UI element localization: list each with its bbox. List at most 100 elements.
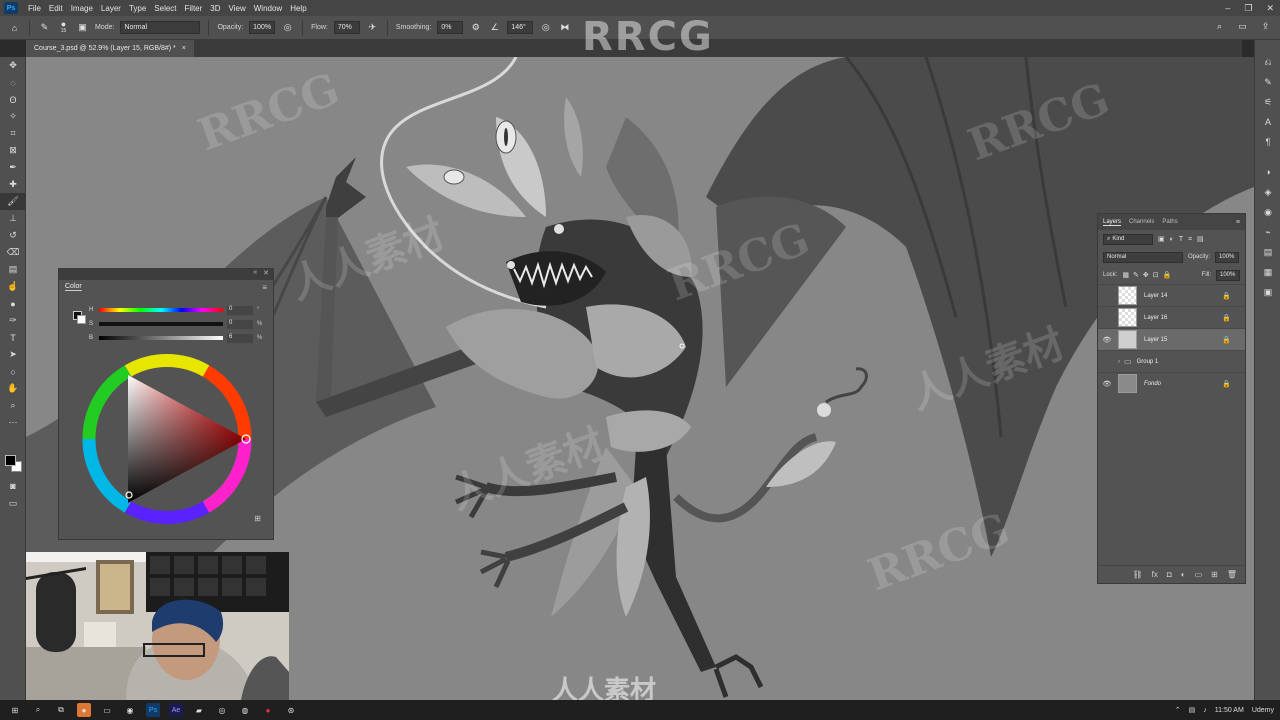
zoom-tool-icon[interactable]: ⌕	[0, 397, 26, 414]
hue-slider[interactable]	[99, 308, 223, 312]
path-select-tool-icon[interactable]: ➤	[0, 346, 26, 363]
menu-image[interactable]: Image	[67, 4, 97, 13]
menu-file[interactable]: File	[24, 4, 45, 13]
healing-tool-icon[interactable]: ✚	[0, 176, 26, 193]
menu-window[interactable]: Window	[250, 4, 286, 13]
mode-select[interactable]: Normal	[120, 21, 201, 34]
tab-channels[interactable]: Channels	[1129, 219, 1154, 225]
delete-layer-icon[interactable]: 🗑	[1227, 570, 1237, 579]
add-swatch-icon[interactable]: ⊞	[254, 514, 261, 523]
brushes-icon[interactable]: ✎	[1255, 72, 1280, 92]
brightness-value[interactable]: 6	[227, 333, 253, 343]
type-tool-icon[interactable]: T	[0, 329, 26, 346]
lasso-tool-icon[interactable]: ʘ	[0, 91, 26, 108]
color-wheel[interactable]	[77, 351, 257, 531]
menu-layer[interactable]: Layer	[97, 4, 125, 13]
fx-icon[interactable]: fx	[1152, 570, 1158, 579]
saturation-slider[interactable]	[99, 322, 223, 326]
flow-field[interactable]: 70%	[333, 21, 360, 34]
layer-filter-icons[interactable]: ▣◐T⌗▤	[1158, 235, 1209, 244]
close-panel-icon[interactable]: ✕	[263, 269, 269, 280]
tab-color[interactable]: Color	[65, 283, 82, 291]
fill-field[interactable]: 100%	[1216, 269, 1240, 281]
brush-settings-icon[interactable]: ▣	[76, 21, 89, 34]
layer-row[interactable]: 👁 Fondo 🔒	[1098, 372, 1245, 394]
character-icon[interactable]: A	[1255, 112, 1280, 132]
collapse-panel-icon[interactable]: «	[253, 269, 257, 280]
panel-menu-icon[interactable]: ≡	[262, 283, 267, 292]
tab-layers[interactable]: Layers	[1103, 219, 1122, 226]
stamp-tool-icon[interactable]: ⊥	[0, 210, 26, 227]
dodge-tool-icon[interactable]: ●	[0, 295, 26, 312]
app-icon[interactable]: ◍	[238, 703, 252, 717]
marquee-tool-icon[interactable]: ◌	[0, 74, 26, 91]
shape-tool-icon[interactable]: ○	[0, 363, 26, 380]
airbrush-icon[interactable]: ✈	[366, 21, 379, 34]
tab-paths[interactable]: Paths	[1162, 219, 1177, 225]
photoshop-taskbar-icon[interactable]: Ps	[146, 703, 160, 717]
saturation-value[interactable]: 0	[227, 319, 253, 329]
lock-icons[interactable]: ▦✎✥⊡🔒	[1122, 271, 1175, 279]
channels-icon[interactable]: ◉	[1255, 202, 1280, 222]
brush-tool-icon[interactable]: 🖌	[0, 193, 26, 210]
properties-icon[interactable]: ▣	[1255, 282, 1280, 302]
add-mask-icon[interactable]: ◘	[1167, 570, 1172, 579]
workspace-icon[interactable]: ▭	[1236, 20, 1249, 33]
pressure-size-icon[interactable]: ◎	[539, 21, 552, 34]
symmetry-icon[interactable]: ⧓	[558, 21, 571, 34]
minimize-icon[interactable]: –	[1225, 3, 1230, 13]
adjustment-layer-icon[interactable]: ◐	[1181, 570, 1186, 579]
close-window-icon[interactable]: ✕	[1266, 3, 1274, 14]
paths-icon[interactable]: ⌁	[1255, 222, 1280, 242]
brightness-slider[interactable]	[99, 336, 223, 340]
file-explorer-icon[interactable]: ▭	[100, 703, 114, 717]
group-row[interactable]: › ▭ Group 1	[1098, 350, 1245, 372]
share-icon[interactable]: ⇪	[1259, 20, 1272, 33]
eyedropper-tool-icon[interactable]: ✒	[0, 159, 26, 176]
history-icon[interactable]: ⎌	[1255, 52, 1280, 72]
close-tab-icon[interactable]: ×	[182, 45, 186, 52]
frame-tool-icon[interactable]: ⊠	[0, 142, 26, 159]
crop-tool-icon[interactable]: ⌗	[0, 125, 26, 142]
clock-text[interactable]: 11:50 AM	[1215, 707, 1244, 714]
layer-row-selected[interactable]: 👁 Layer 15 🔒	[1098, 328, 1245, 350]
chevron-right-icon[interactable]: ›	[1118, 359, 1120, 365]
home-icon[interactable]: ⌂	[8, 21, 21, 34]
pressure-opacity-icon[interactable]: ◎	[281, 21, 294, 34]
after-effects-taskbar-icon[interactable]: Ae	[169, 703, 183, 717]
smudge-tool-icon[interactable]: ☝	[0, 278, 26, 295]
task-view-icon[interactable]: ⧉	[54, 703, 68, 717]
move-tool-icon[interactable]: ✥	[0, 57, 26, 74]
maximize-icon[interactable]: ❐	[1244, 3, 1252, 14]
eye-icon[interactable]: 👁	[1098, 380, 1116, 388]
layer-row[interactable]: Layer 14 🔒	[1098, 284, 1245, 306]
new-layer-icon[interactable]: ⊞	[1211, 570, 1218, 579]
angle-field[interactable]: 146°	[507, 21, 534, 34]
eraser-tool-icon[interactable]: ⌫	[0, 244, 26, 261]
menu-edit[interactable]: Edit	[45, 4, 67, 13]
windows-start-icon[interactable]: ⊞	[8, 703, 22, 717]
menu-3d[interactable]: 3D	[206, 4, 224, 13]
hue-value[interactable]: 0	[227, 305, 253, 315]
obs-icon[interactable]: ◉	[123, 703, 137, 717]
opacity-field[interactable]: 100%	[249, 21, 276, 34]
search-icon[interactable]: ⌕	[1213, 20, 1226, 33]
gradient-tool-icon[interactable]: ▤	[0, 261, 26, 278]
foreground-color-swatch[interactable]	[5, 455, 16, 466]
folder-icon[interactable]: ▰	[192, 703, 206, 717]
brush-size-preview[interactable]: ● 15	[57, 19, 70, 34]
brush-settings-icon[interactable]: ⚟	[1255, 92, 1280, 112]
document-tab[interactable]: Course_3.psd @ 52.9% (Layer 15, RGB/8#) …	[26, 40, 194, 57]
search-icon[interactable]: ⌕	[31, 703, 45, 717]
brush-tool-preset-icon[interactable]: ✎	[38, 21, 51, 34]
tray-up-chevron-icon[interactable]: ⌃	[1175, 706, 1181, 714]
menu-help[interactable]: Help	[286, 4, 310, 13]
menu-filter[interactable]: Filter	[181, 4, 207, 13]
record-icon[interactable]: ●	[261, 703, 275, 717]
menu-type[interactable]: Type	[125, 4, 150, 13]
blend-mode-select[interactable]: Normal	[1103, 251, 1183, 263]
layers-icon[interactable]: ◈	[1255, 182, 1280, 202]
color-background-swatch[interactable]	[77, 315, 86, 324]
quick-mask-icon[interactable]: ◙	[0, 477, 26, 494]
menu-view[interactable]: View	[225, 4, 250, 13]
